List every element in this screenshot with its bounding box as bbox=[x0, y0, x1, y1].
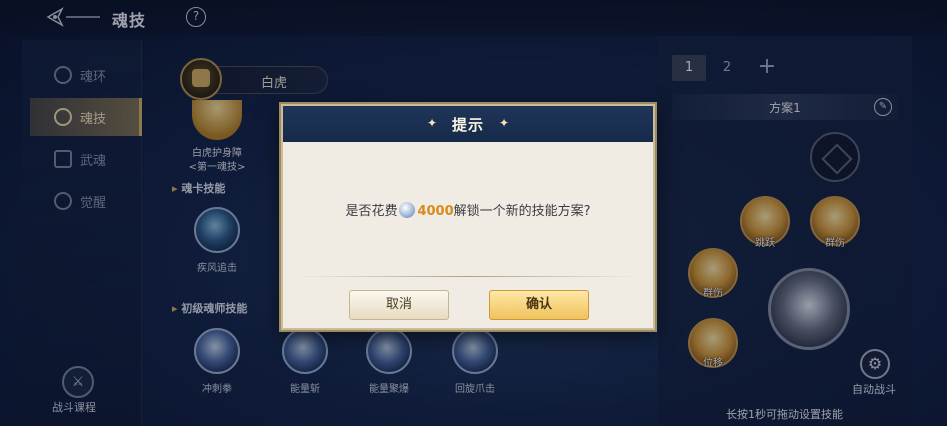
sparkle-icon: ✦ bbox=[499, 116, 510, 130]
diamond-currency-icon bbox=[399, 202, 416, 218]
confirm-dialog: ✦ 提示 ✦ 是否花费 4000解锁一个新的技能方案? 取消 确认 bbox=[281, 104, 655, 330]
dialog-divider bbox=[293, 276, 643, 277]
dialog-header: ✦ 提示 ✦ bbox=[283, 106, 653, 142]
unlock-cost: 4000 bbox=[417, 204, 454, 219]
message-prefix: 是否花费 bbox=[345, 204, 398, 219]
cancel-button[interactable]: 取消 bbox=[349, 290, 449, 320]
dialog-message: 是否花费 4000解锁一个新的技能方案? bbox=[283, 200, 653, 219]
confirm-button[interactable]: 确认 bbox=[489, 290, 589, 320]
dialog-title: 提示 bbox=[451, 116, 484, 134]
message-suffix: 解锁一个新的技能方案? bbox=[453, 204, 591, 219]
